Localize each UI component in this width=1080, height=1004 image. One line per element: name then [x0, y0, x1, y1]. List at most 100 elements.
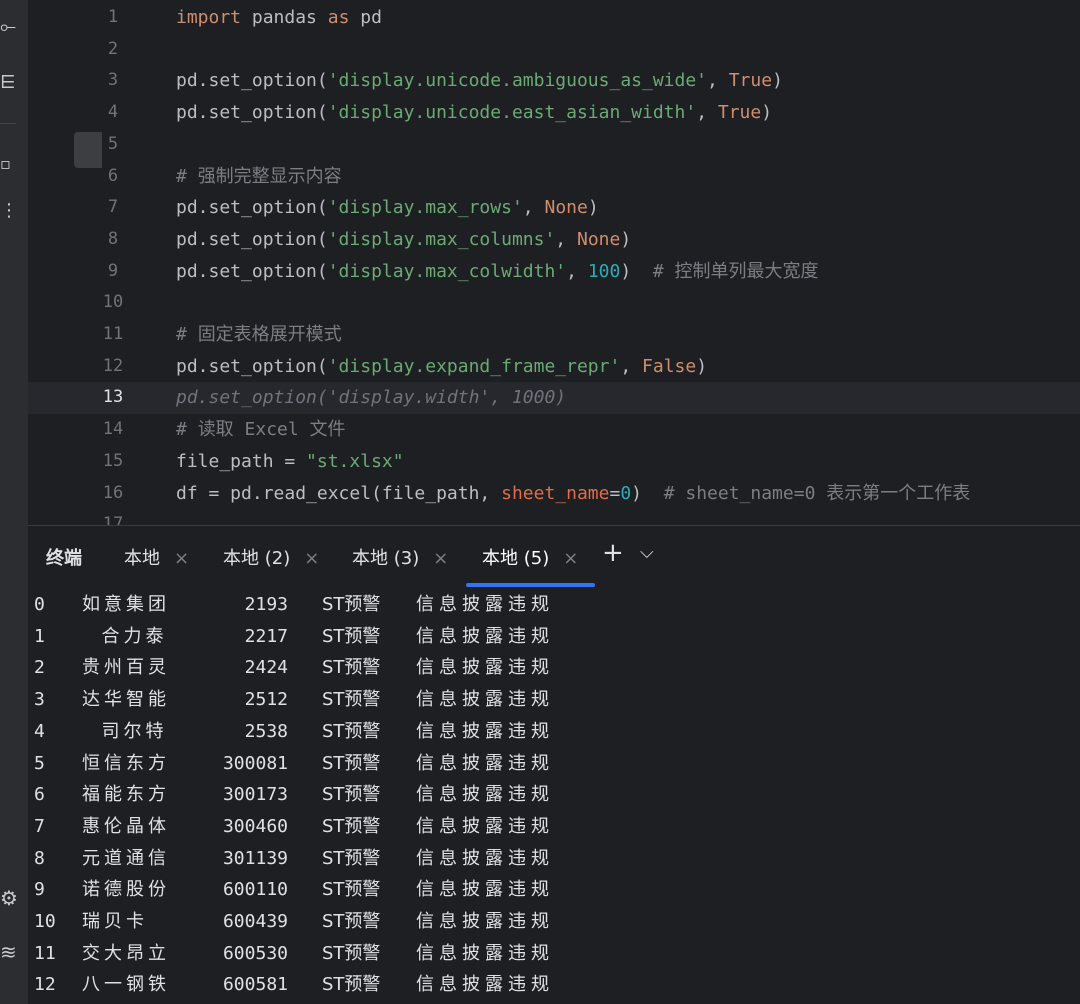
line-number: 9 — [107, 260, 119, 281]
stock-code: 600110 — [222, 879, 288, 901]
code-line[interactable]: 1 import pandas as pd — [28, 2, 1080, 34]
layers-icon[interactable]: ≋ — [0, 940, 22, 964]
violation-reason: 信息披露违规 — [416, 815, 554, 837]
table-row: 9 诺德股份 600110 ST预警 信息披露违规 — [28, 874, 1080, 906]
tab-local-2[interactable]: 本地 (2) × — [223, 544, 319, 570]
table-row: 1 合力泰 2217 ST预警 信息披露违规 — [28, 621, 1080, 653]
tab-local-3[interactable]: 本地 (3) × — [352, 544, 448, 570]
violation-reason: 信息披露违规 — [416, 974, 554, 996]
tool-strip: ⟜ ⋿ ▫ ⋮ ⚙ ≋ — [0, 0, 29, 1004]
chevron-down-icon[interactable]: ⌵ — [640, 542, 654, 563]
st-status: ST预警 — [322, 625, 381, 647]
stock-name: 瑞贝卡 — [82, 911, 148, 932]
commit-icon[interactable]: ⟜ — [0, 14, 22, 38]
violation-reason: 信息披露违规 — [416, 625, 554, 647]
table-row: 6 福能东方 300173 ST预警 信息披露违规 — [28, 779, 1080, 811]
code-line[interactable]: 4 pd.set_option('display.unicode.east_asi… — [28, 97, 1080, 129]
code-text: pd.set_option('display.max_colwidth', 10… — [176, 260, 819, 282]
python-packages-icon[interactable]: ⚙ — [0, 886, 22, 910]
line-number: 8 — [107, 228, 119, 249]
code-line[interactable]: 16 df = pd.read_excel(file_path, sheet_na… — [28, 478, 1080, 510]
stock-name: 元道通信 — [82, 847, 170, 869]
stock-code: 300081 — [222, 752, 288, 774]
violation-reason: 信息披露违规 — [416, 657, 554, 679]
code-line[interactable]: 13 pd.set_option('display.width', 1000) — [28, 382, 1080, 415]
line-number: 11 — [102, 324, 124, 344]
structure-icon[interactable]: ⋿ — [0, 72, 22, 93]
code-line[interactable]: 5 — [28, 129, 1080, 161]
table-row: 12 八一钢铁 600581 ST预警 信息披露违规 — [28, 969, 1080, 1001]
code-editor[interactable]: 1 import pandas as pd 2 3 pd.set_option('dis… — [28, 0, 1080, 525]
st-status: ST预警 — [322, 752, 381, 774]
stock-code: 2538 — [244, 720, 288, 742]
stock-name: 贵州百灵 — [82, 657, 170, 679]
row-index: 5 — [34, 752, 45, 774]
row-index: 8 — [34, 847, 45, 869]
code-line[interactable]: 3 pd.set_option('display.unicode.ambiguou… — [28, 65, 1080, 97]
table-row: 2 贵州百灵 2424 ST预警 信息披露违规 — [28, 652, 1080, 684]
code-line[interactable]: 15 file_path = "st.xlsx" — [28, 446, 1080, 478]
stock-code: 2512 — [244, 689, 288, 711]
line-number: 10 — [102, 292, 124, 313]
table-row: 4 司尔特 2538 ST预警 信息披露违规 — [28, 716, 1080, 748]
violation-reason: 信息披露违规 — [416, 879, 554, 901]
st-status: ST预警 — [322, 942, 381, 964]
code-text: pd.set_option('display.max_rows', None) — [176, 197, 599, 219]
new-tab-plus-icon[interactable]: + — [602, 538, 624, 568]
code-line[interactable]: 12 pd.set_option('display.expand_frame_re… — [28, 351, 1080, 383]
table-row: 3 达华智能 2512 ST预警 信息披露违规 — [28, 684, 1080, 716]
stock-name: 惠伦晶体 — [82, 815, 170, 837]
stock-name: 合力泰 — [82, 625, 168, 647]
st-status: ST预警 — [322, 815, 381, 837]
st-status: ST预警 — [322, 879, 381, 901]
row-index: 7 — [34, 815, 45, 837]
code-line[interactable]: 11 # 固定表格展开模式 — [28, 319, 1080, 351]
code-line[interactable]: 9 pd.set_option('display.max_colwidth', 1… — [28, 256, 1080, 288]
violation-reason: 信息披露违规 — [416, 911, 554, 932]
table-row: 0 如意集团 2193 ST预警 信息披露违规 — [28, 589, 1080, 621]
line-number: 5 — [107, 133, 119, 154]
stock-name: 八一钢铁 — [82, 974, 170, 996]
line-number: 16 — [102, 482, 124, 503]
more-icon[interactable]: ⋮ — [0, 200, 22, 221]
code-line[interactable]: 6 # 强制完整显示内容 — [28, 161, 1080, 193]
strip-divider — [0, 123, 16, 124]
row-index: 3 — [34, 689, 45, 711]
line-number: 4 — [107, 102, 119, 123]
stock-code: 600530 — [222, 942, 288, 964]
violation-reason: 信息披露违规 — [416, 720, 554, 742]
stock-code: 2424 — [244, 657, 288, 679]
terminal-output[interactable]: 0 如意集团 2193 ST预警 信息披露违规 1 合力泰 2217 ST预警 信息披露违规 2 贵… — [28, 587, 1080, 1004]
code-line[interactable]: 17 — [28, 509, 1080, 525]
close-icon[interactable]: × — [433, 548, 448, 569]
tab-local[interactable]: 本地 × — [124, 544, 189, 570]
stock-name: 恒信东方 — [82, 752, 170, 774]
code-text: df = pd.read_excel(file_path, sheet_name… — [176, 482, 971, 504]
tab-local-5[interactable]: 本地 (5) × — [482, 544, 578, 570]
tab-label: 本地 (2) — [223, 548, 291, 569]
violation-reason: 信息披露违规 — [416, 784, 554, 806]
stock-name: 如意集团 — [82, 594, 170, 615]
bookmark-icon[interactable]: ▫ — [0, 154, 22, 173]
stock-code: 600581 — [222, 974, 288, 996]
table-row: 11 交大昂立 600530 ST预警 信息披露违规 — [28, 938, 1080, 970]
close-icon[interactable]: × — [174, 548, 189, 569]
code-line[interactable]: 14 # 读取 Excel 文件 — [28, 414, 1080, 446]
code-line[interactable]: 7 pd.set_option('display.max_rows', None) — [28, 192, 1080, 224]
table-row: 5 恒信东方 300081 ST预警 信息披露违规 — [28, 748, 1080, 780]
stock-code: 600439 — [222, 911, 288, 932]
violation-reason: 信息披露违规 — [416, 752, 554, 774]
close-icon[interactable]: × — [563, 548, 578, 569]
stock-code: 300460 — [222, 815, 288, 837]
terminal-tab-bar: 终端 本地 × 本地 (2) × 本地 (3) × 本地 (5) × + ⌵ — [28, 525, 1080, 588]
tab-label: 本地 — [124, 548, 160, 569]
code-line[interactable]: 10 — [28, 287, 1080, 319]
code-text: pd.set_option('display.max_columns', Non… — [176, 228, 632, 250]
stock-code: 2193 — [244, 594, 288, 615]
code-line[interactable]: 2 — [28, 34, 1080, 66]
code-line[interactable]: 8 pd.set_option('display.max_columns', No… — [28, 224, 1080, 256]
st-status: ST预警 — [322, 847, 381, 869]
terminal-title: 终端 — [46, 548, 82, 569]
close-icon[interactable]: × — [304, 548, 319, 569]
code-text: # 强制完整显示内容 — [176, 165, 342, 187]
